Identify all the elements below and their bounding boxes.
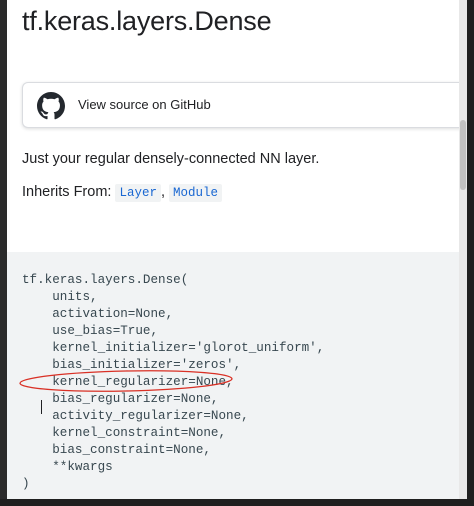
- code-line: activation=None,: [22, 307, 174, 321]
- code-line-highlighted: kernel_regularizer=None,: [22, 375, 234, 389]
- code-line: kernel_initializer='glorot_uniform',: [22, 341, 325, 355]
- module-link[interactable]: Module: [169, 184, 223, 202]
- code-line: tf.keras.layers.Dense(: [22, 273, 189, 287]
- layer-link[interactable]: Layer: [115, 184, 161, 202]
- code-line: activity_regularizer=None,: [22, 409, 249, 423]
- github-icon: [37, 92, 65, 120]
- code-line: bias_regularizer=None,: [22, 392, 219, 406]
- scrollbar-thumb[interactable]: [460, 120, 466, 190]
- layer-description: Just your regular densely-connected NN l…: [22, 151, 320, 167]
- view-source-github-button[interactable]: View source on GitHub: [22, 82, 462, 128]
- page-title: tf.keras.layers.Dense: [22, 6, 272, 36]
- code-line: units,: [22, 290, 98, 304]
- code-line: use_bias=True,: [22, 324, 159, 338]
- inherits-from: Inherits From: Layer, Module: [22, 184, 223, 202]
- code-line: **kwargs: [22, 460, 113, 474]
- view-source-label: View source on GitHub: [78, 97, 211, 112]
- code-line: bias_constraint=None,: [22, 443, 211, 457]
- code-line: kernel_constraint=None,: [22, 426, 227, 440]
- window-edge-bottom: [0, 499, 474, 506]
- inherits-separator: ,: [160, 184, 166, 200]
- inherits-label: Inherits From:: [22, 184, 112, 200]
- scrollbar[interactable]: [459, 0, 467, 499]
- code-line: ): [22, 477, 30, 491]
- window-edge: [467, 0, 474, 506]
- text-cursor: [41, 400, 42, 414]
- code-line: bias_initializer='zeros',: [22, 358, 242, 372]
